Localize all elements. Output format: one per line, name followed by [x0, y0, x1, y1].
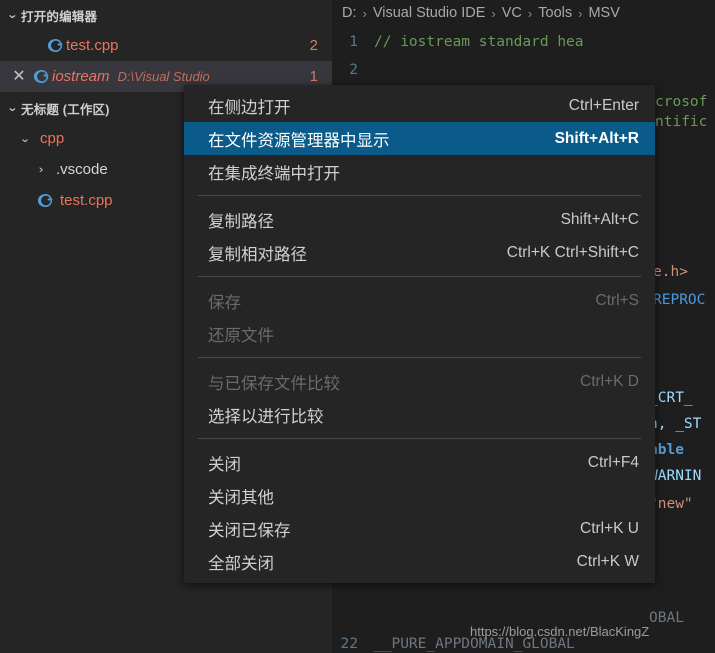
menu-item-label: 复制相对路径 — [208, 245, 307, 264]
code-line[interactable]: 2 — [332, 60, 374, 80]
menu-item-label: 与已保存文件比较 — [208, 374, 340, 393]
menu-item-shortcut: Ctrl+S — [595, 291, 640, 309]
menu-separator — [198, 276, 641, 277]
breadcrumb[interactable]: D: › Visual Studio IDE › VC › Tools › MSV — [332, 0, 715, 26]
chevron-down-icon[interactable]: ⌄ — [2, 102, 23, 114]
menu-item-shortcut: Ctrl+K D — [580, 372, 639, 390]
chevron-right-icon[interactable]: › — [30, 164, 53, 176]
code-fragment: REPROC — [653, 292, 706, 308]
breadcrumb-separator: › — [578, 5, 583, 21]
menu-item-label: 选择以进行比较 — [208, 407, 324, 426]
menu-item-label: 关闭 — [208, 455, 241, 474]
code-line[interactable]: 1 // iostream standard hea — [332, 32, 584, 52]
open-editor-badge: 2 — [309, 37, 318, 54]
context-menu[interactable]: 在侧边打开 Ctrl+Enter 在文件资源管理器中显示 Shift+Alt+R 在集成… — [184, 85, 655, 583]
code-fragment: h, _ST — [649, 416, 702, 432]
open-editor-description: D:\Visual Studio — [117, 69, 210, 84]
open-editor-item-test-cpp[interactable]: test.cpp 2 — [0, 30, 332, 61]
code-fragment: ntific — [655, 114, 708, 130]
cpp-file-icon — [34, 193, 56, 208]
menu-item-copy-relative-path[interactable]: 复制相对路径 Ctrl+K Ctrl+Shift+C — [184, 236, 655, 269]
menu-item-close-others[interactable]: 关闭其他 — [184, 479, 655, 512]
code-fragment: WARNIN — [649, 468, 702, 484]
close-icon[interactable]: ✕ — [8, 68, 30, 85]
breadcrumb-item[interactable]: Tools — [538, 5, 572, 21]
menu-item-shortcut: Ctrl+F4 — [587, 453, 639, 471]
menu-item-shortcut: Ctrl+K Ctrl+Shift+C — [506, 243, 639, 261]
menu-item-label: 关闭其他 — [208, 488, 274, 507]
breadcrumb-item[interactable]: MSV — [588, 5, 619, 21]
menu-separator — [198, 438, 641, 439]
code-fragment: "new" — [649, 496, 693, 512]
cpp-file-icon — [44, 38, 66, 53]
menu-separator — [198, 357, 641, 358]
breadcrumb-separator: › — [362, 5, 367, 21]
menu-item-revert-file: 还原文件 — [184, 317, 655, 350]
open-editor-badge: 1 — [309, 68, 318, 85]
open-editor-label: iostream — [52, 68, 110, 85]
tree-item-label: test.cpp — [60, 192, 113, 209]
open-editors-section-header[interactable]: ⌄ 打开的编辑器 — [0, 0, 332, 30]
chevron-down-icon[interactable]: ⌄ — [2, 9, 23, 21]
menu-item-label: 复制路径 — [208, 212, 274, 231]
menu-item-label: 在侧边打开 — [208, 98, 291, 117]
breadcrumb-item[interactable]: Visual Studio IDE — [373, 5, 486, 21]
menu-item-open-in-integrated-terminal[interactable]: 在集成终端中打开 — [184, 155, 655, 188]
menu-item-copy-path[interactable]: 复制路径 Shift+Alt+C — [184, 203, 655, 236]
menu-item-shortcut: Ctrl+K U — [580, 519, 639, 537]
menu-item-shortcut: Shift+Alt+R — [554, 129, 639, 147]
breadcrumb-separator: › — [491, 5, 496, 21]
workspace-label: 无标题 (工作区) — [21, 102, 110, 117]
code-fragment: e.h> — [653, 264, 688, 280]
tree-item-label: cpp — [40, 130, 65, 147]
menu-item-compare-with-saved: 与已保存文件比较 Ctrl+K D — [184, 365, 655, 398]
menu-item-label: 还原文件 — [208, 326, 274, 345]
menu-item-shortcut: Shift+Alt+C — [560, 210, 639, 228]
breadcrumb-separator: › — [527, 5, 533, 21]
menu-item-close-saved[interactable]: 关闭已保存 Ctrl+K U — [184, 512, 655, 545]
menu-item-shortcut: Ctrl+K W — [576, 552, 639, 570]
menu-item-label: 关闭已保存 — [208, 521, 291, 540]
code-fragment: _CRT_ — [649, 390, 693, 406]
menu-item-label: 保存 — [208, 293, 241, 312]
tree-item-label: .vscode — [56, 161, 108, 178]
code-text: // iostream standard hea — [374, 34, 584, 50]
breadcrumb-item[interactable]: VC — [502, 5, 522, 21]
line-number: 2 — [349, 62, 358, 78]
breadcrumb-item[interactable]: D: — [342, 5, 357, 21]
open-editors-label: 打开的编辑器 — [21, 9, 98, 24]
line-number: 22 — [340, 636, 358, 652]
menu-item-label: 在集成终端中打开 — [208, 164, 340, 183]
menu-separator — [198, 195, 641, 196]
vscode-window: ⌄ 打开的编辑器 test.cpp 2 ✕ iostream D:\Visual… — [0, 0, 715, 653]
chevron-down-icon[interactable]: ⌄ — [14, 132, 37, 145]
menu-item-shortcut: Ctrl+Enter — [568, 96, 639, 114]
menu-item-label: 全部关闭 — [208, 554, 274, 573]
menu-item-close-all[interactable]: 全部关闭 Ctrl+K W — [184, 545, 655, 578]
menu-item-open-to-the-side[interactable]: 在侧边打开 Ctrl+Enter — [184, 89, 655, 122]
menu-item-label: 在文件资源管理器中显示 — [208, 131, 390, 150]
watermark-text: https://blog.csdn.net/BlacKingZ — [470, 624, 650, 639]
menu-item-save: 保存 Ctrl+S — [184, 284, 655, 317]
open-editor-label: test.cpp — [66, 37, 119, 54]
menu-item-select-for-compare[interactable]: 选择以进行比较 — [184, 398, 655, 431]
code-fragment: crosof — [655, 94, 708, 110]
menu-item-close[interactable]: 关闭 Ctrl+F4 — [184, 446, 655, 479]
cpp-file-icon — [30, 69, 52, 84]
menu-item-reveal-in-file-explorer[interactable]: 在文件资源管理器中显示 Shift+Alt+R — [184, 122, 655, 155]
line-number: 1 — [349, 34, 358, 50]
code-fragment: OBAL — [649, 610, 684, 626]
